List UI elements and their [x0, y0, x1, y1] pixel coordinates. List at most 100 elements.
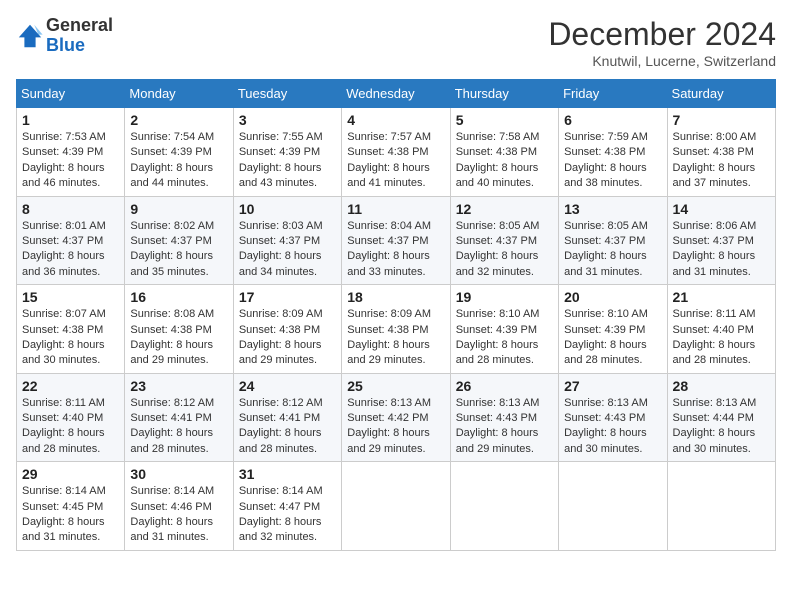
- day-detail: Sunrise: 8:06 AMSunset: 4:37 PMDaylight:…: [673, 219, 770, 281]
- day-detail: Sunrise: 8:09 AMSunset: 4:38 PMDaylight:…: [347, 307, 444, 369]
- calendar-week-row: 15 Sunrise: 8:07 AMSunset: 4:38 PMDayligh…: [17, 285, 776, 374]
- calendar-day-cell: 28 Sunrise: 8:13 AMSunset: 4:44 PMDayligh…: [667, 373, 775, 462]
- title-block: December 2024 Knutwil, Lucerne, Switzerl…: [548, 16, 776, 69]
- location-subtitle: Knutwil, Lucerne, Switzerland: [548, 53, 776, 69]
- day-detail: Sunrise: 7:54 AMSunset: 4:39 PMDaylight:…: [130, 130, 227, 192]
- calendar-day-cell: 8 Sunrise: 8:01 AMSunset: 4:37 PMDaylight…: [17, 196, 125, 285]
- day-number: 26: [456, 378, 553, 394]
- calendar-week-row: 1 Sunrise: 7:53 AMSunset: 4:39 PMDaylight…: [17, 108, 776, 197]
- day-detail: Sunrise: 8:07 AMSunset: 4:38 PMDaylight:…: [22, 307, 119, 369]
- day-detail: Sunrise: 7:57 AMSunset: 4:38 PMDaylight:…: [347, 130, 444, 192]
- calendar-day-cell: 5Sunrise: 7:58 AMSunset: 4:38 PMDaylight…: [450, 108, 558, 197]
- calendar-day-header: Thursday: [450, 80, 558, 108]
- calendar-day-cell: 24 Sunrise: 8:12 AMSunset: 4:41 PMDayligh…: [233, 373, 341, 462]
- calendar-header-row: SundayMondayTuesdayWednesdayThursdayFrid…: [17, 80, 776, 108]
- day-detail: Sunrise: 8:14 AMSunset: 4:45 PMDaylight:…: [22, 484, 119, 546]
- day-detail: Sunrise: 8:05 AMSunset: 4:37 PMDaylight:…: [456, 219, 553, 281]
- day-number: 16: [130, 289, 227, 305]
- day-detail: Sunrise: 8:01 AMSunset: 4:37 PMDaylight:…: [22, 219, 119, 281]
- calendar-day-cell: 23Sunrise: 8:12 AMSunset: 4:41 PMDayligh…: [125, 373, 233, 462]
- day-detail: Sunrise: 7:59 AMSunset: 4:38 PMDaylight:…: [564, 130, 661, 192]
- calendar-day-cell: 15 Sunrise: 8:07 AMSunset: 4:38 PMDayligh…: [17, 285, 125, 374]
- day-detail: Sunrise: 8:13 AMSunset: 4:43 PMDaylight:…: [456, 396, 553, 458]
- calendar-week-row: 8 Sunrise: 8:01 AMSunset: 4:37 PMDaylight…: [17, 196, 776, 285]
- calendar-day-header: Wednesday: [342, 80, 450, 108]
- calendar-day-cell: 17 Sunrise: 8:09 AMSunset: 4:38 PMDayligh…: [233, 285, 341, 374]
- page-header: General Blue December 2024 Knutwil, Luce…: [16, 16, 776, 69]
- calendar-day-cell: 31 Sunrise: 8:14 AMSunset: 4:47 PMDayligh…: [233, 462, 341, 551]
- calendar-day-cell: 27Sunrise: 8:13 AMSunset: 4:43 PMDayligh…: [559, 373, 667, 462]
- calendar-day-header: Saturday: [667, 80, 775, 108]
- day-detail: Sunrise: 8:08 AMSunset: 4:38 PMDaylight:…: [130, 307, 227, 369]
- day-detail: Sunrise: 7:53 AMSunset: 4:39 PMDaylight:…: [22, 130, 119, 192]
- day-number: 15: [22, 289, 119, 305]
- logo: General Blue: [16, 16, 113, 56]
- calendar-day-cell: 13 Sunrise: 8:05 AMSunset: 4:37 PMDayligh…: [559, 196, 667, 285]
- day-number: 10: [239, 201, 336, 217]
- calendar-day-cell: [667, 462, 775, 551]
- calendar-day-cell: 20 Sunrise: 8:10 AMSunset: 4:39 PMDayligh…: [559, 285, 667, 374]
- day-detail: Sunrise: 8:13 AMSunset: 4:44 PMDaylight:…: [673, 396, 770, 458]
- day-number: 1: [22, 112, 119, 128]
- day-detail: Sunrise: 8:02 AMSunset: 4:37 PMDaylight:…: [130, 219, 227, 281]
- day-number: 8: [22, 201, 119, 217]
- day-detail: Sunrise: 8:11 AMSunset: 4:40 PMDaylight:…: [673, 307, 770, 369]
- day-number: 6: [564, 112, 661, 128]
- day-number: 4: [347, 112, 444, 128]
- day-detail: Sunrise: 8:11 AMSunset: 4:40 PMDaylight:…: [22, 396, 119, 458]
- day-number: 3: [239, 112, 336, 128]
- day-number: 22: [22, 378, 119, 394]
- day-number: 2: [130, 112, 227, 128]
- day-number: 27: [564, 378, 661, 394]
- calendar-day-cell: 18 Sunrise: 8:09 AMSunset: 4:38 PMDayligh…: [342, 285, 450, 374]
- day-number: 30: [130, 466, 227, 482]
- day-number: 24: [239, 378, 336, 394]
- calendar-week-row: 29 Sunrise: 8:14 AMSunset: 4:45 PMDayligh…: [17, 462, 776, 551]
- day-detail: Sunrise: 8:03 AMSunset: 4:37 PMDaylight:…: [239, 219, 336, 281]
- day-number: 9: [130, 201, 227, 217]
- calendar-day-cell: 29 Sunrise: 8:14 AMSunset: 4:45 PMDayligh…: [17, 462, 125, 551]
- calendar-table: SundayMondayTuesdayWednesdayThursdayFrid…: [16, 79, 776, 551]
- day-number: 7: [673, 112, 770, 128]
- day-number: 28: [673, 378, 770, 394]
- calendar-day-cell: 14 Sunrise: 8:06 AMSunset: 4:37 PMDayligh…: [667, 196, 775, 285]
- calendar-day-cell: 9 Sunrise: 8:02 AMSunset: 4:37 PMDaylight…: [125, 196, 233, 285]
- calendar-day-cell: 6 Sunrise: 7:59 AMSunset: 4:38 PMDaylight…: [559, 108, 667, 197]
- day-number: 13: [564, 201, 661, 217]
- day-detail: Sunrise: 8:09 AMSunset: 4:38 PMDaylight:…: [239, 307, 336, 369]
- day-detail: Sunrise: 8:12 AMSunset: 4:41 PMDaylight:…: [130, 396, 227, 458]
- day-number: 25: [347, 378, 444, 394]
- calendar-day-cell: 3Sunrise: 7:55 AMSunset: 4:39 PMDaylight…: [233, 108, 341, 197]
- day-number: 14: [673, 201, 770, 217]
- day-number: 31: [239, 466, 336, 482]
- day-detail: Sunrise: 8:05 AMSunset: 4:37 PMDaylight:…: [564, 219, 661, 281]
- calendar-day-cell: 1 Sunrise: 7:53 AMSunset: 4:39 PMDaylight…: [17, 108, 125, 197]
- day-detail: Sunrise: 7:58 AMSunset: 4:38 PMDaylight:…: [456, 130, 553, 192]
- calendar-week-row: 22 Sunrise: 8:11 AMSunset: 4:40 PMDayligh…: [17, 373, 776, 462]
- day-number: 17: [239, 289, 336, 305]
- day-number: 18: [347, 289, 444, 305]
- calendar-day-cell: 4 Sunrise: 7:57 AMSunset: 4:38 PMDaylight…: [342, 108, 450, 197]
- month-title: December 2024: [548, 16, 776, 53]
- calendar-day-cell: [342, 462, 450, 551]
- calendar-day-cell: 11Sunrise: 8:04 AMSunset: 4:37 PMDayligh…: [342, 196, 450, 285]
- day-detail: Sunrise: 8:12 AMSunset: 4:41 PMDaylight:…: [239, 396, 336, 458]
- day-detail: Sunrise: 8:14 AMSunset: 4:46 PMDaylight:…: [130, 484, 227, 546]
- logo-icon: [16, 22, 44, 50]
- day-detail: Sunrise: 8:13 AMSunset: 4:42 PMDaylight:…: [347, 396, 444, 458]
- day-detail: Sunrise: 8:14 AMSunset: 4:47 PMDaylight:…: [239, 484, 336, 546]
- calendar-day-header: Tuesday: [233, 80, 341, 108]
- day-number: 29: [22, 466, 119, 482]
- calendar-day-cell: 25 Sunrise: 8:13 AMSunset: 4:42 PMDayligh…: [342, 373, 450, 462]
- calendar-day-cell: 2 Sunrise: 7:54 AMSunset: 4:39 PMDaylight…: [125, 108, 233, 197]
- calendar-day-cell: 12Sunrise: 8:05 AMSunset: 4:37 PMDayligh…: [450, 196, 558, 285]
- calendar-day-cell: 30 Sunrise: 8:14 AMSunset: 4:46 PMDayligh…: [125, 462, 233, 551]
- calendar-day-cell: 19Sunrise: 8:10 AMSunset: 4:39 PMDayligh…: [450, 285, 558, 374]
- logo-text: General Blue: [46, 16, 113, 56]
- day-number: 19: [456, 289, 553, 305]
- calendar-day-header: Sunday: [17, 80, 125, 108]
- day-detail: Sunrise: 8:04 AMSunset: 4:37 PMDaylight:…: [347, 219, 444, 281]
- day-number: 20: [564, 289, 661, 305]
- calendar-day-cell: [559, 462, 667, 551]
- day-detail: Sunrise: 8:10 AMSunset: 4:39 PMDaylight:…: [564, 307, 661, 369]
